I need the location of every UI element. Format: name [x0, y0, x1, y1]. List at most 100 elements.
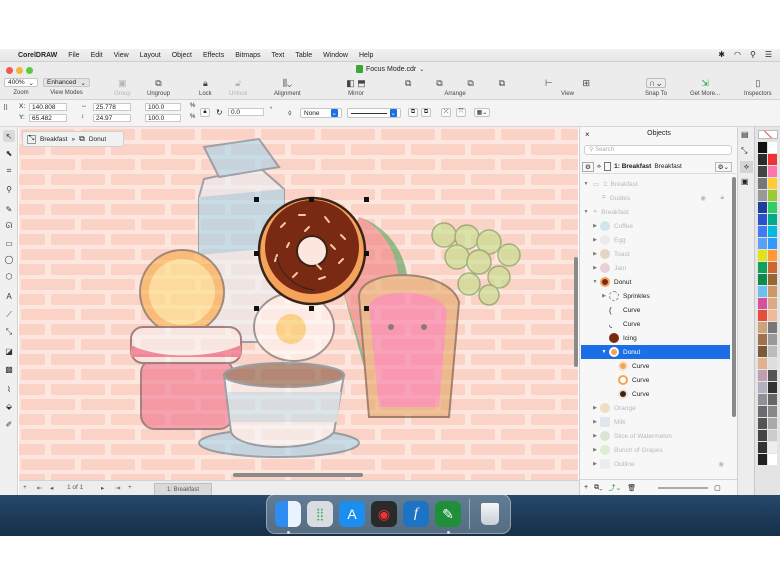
- control-center-icon[interactable]: ☰: [765, 50, 772, 59]
- tree-row-egg[interactable]: ▶ Egg: [580, 233, 730, 247]
- menu-text[interactable]: Text: [272, 52, 285, 59]
- color-swatch[interactable]: [768, 358, 777, 369]
- arrange-buttons[interactable]: ⧉ ⧉ ⧉ ⧉ Arrange: [405, 78, 505, 98]
- menu-file[interactable]: File: [68, 52, 79, 59]
- outline-start-icon[interactable]: ⧉: [408, 108, 418, 117]
- color-swatch[interactable]: [768, 190, 777, 201]
- launchpad-icon[interactable]: ⣿: [307, 501, 333, 527]
- finder-icon[interactable]: [275, 501, 301, 527]
- color-swatch[interactable]: [768, 454, 777, 465]
- group-button[interactable]: ▣ Group: [114, 78, 131, 98]
- tree-row-coffee[interactable]: ▶ Coffee: [580, 219, 730, 233]
- freehand-tool-icon[interactable]: ✎: [3, 203, 15, 215]
- tree-row-orange[interactable]: ▶ Orange: [580, 401, 730, 415]
- search-input[interactable]: ⚲ Search: [584, 145, 732, 155]
- artistic-media-icon[interactable]: ᘏ: [3, 220, 15, 232]
- color-swatch[interactable]: [768, 394, 777, 405]
- drawing-canvas[interactable]: [19, 127, 578, 480]
- color-swatch[interactable]: [758, 346, 767, 357]
- snap-to-button[interactable]: ∩⌄ Snap To: [645, 78, 667, 98]
- tree-row-watermelon[interactable]: ▶ Slice of Watermelon: [580, 429, 730, 443]
- trash-icon[interactable]: [477, 501, 503, 527]
- coreldraw-icon[interactable]: ✎: [435, 501, 461, 527]
- zoom-window-button[interactable]: [26, 67, 33, 74]
- smart-fill-tool-icon[interactable]: ✐: [3, 418, 15, 430]
- color-swatch[interactable]: [768, 250, 777, 261]
- y-position-input[interactable]: 65.482: [29, 114, 67, 122]
- more-options-icon[interactable]: ▦⌄: [474, 108, 490, 117]
- thumbnail-size-icon[interactable]: ▢: [714, 484, 721, 492]
- mirror-button[interactable]: ◧ ⬒ Mirror: [343, 78, 369, 98]
- reference-point-icon[interactable]: ⠿: [3, 104, 8, 112]
- color-swatch[interactable]: [768, 322, 777, 333]
- lock-button[interactable]: 🔒︎ Lock: [199, 78, 212, 98]
- color-swatch[interactable]: [758, 214, 767, 225]
- color-swatch[interactable]: [758, 454, 767, 465]
- eye-icon[interactable]: ◉: [700, 194, 706, 202]
- color-swatch[interactable]: [768, 334, 777, 345]
- first-page-icon[interactable]: ⇤: [37, 484, 42, 492]
- menu-table[interactable]: Table: [295, 52, 312, 59]
- color-swatch[interactable]: [768, 418, 777, 429]
- tree-row-sprinkles[interactable]: ▶ Sprinkles: [580, 289, 730, 303]
- breadcrumb-parent[interactable]: Breakfast: [40, 136, 67, 143]
- new-master-layer-icon[interactable]: ⧉⌄: [594, 484, 602, 492]
- add-page-end-icon[interactable]: +: [128, 484, 132, 491]
- page-selector[interactable]: ⚙ ⟡ 1: Breakfast Breakfast ⚙⌄: [582, 160, 736, 174]
- color-swatch[interactable]: [758, 250, 767, 261]
- color-swatch[interactable]: [758, 154, 767, 165]
- options-icon[interactable]: ⚙⌄: [714, 161, 732, 172]
- get-more-button[interactable]: ⇲ Get More...: [690, 78, 720, 98]
- height-input[interactable]: 24.97: [93, 114, 131, 122]
- pages-tab-icon[interactable]: ▣: [741, 177, 749, 186]
- outline-end-icon[interactable]: ⧉: [421, 108, 431, 117]
- photo-booth-icon[interactable]: ◉: [371, 501, 397, 527]
- objects-scrollbar[interactable]: [732, 177, 736, 417]
- menu-app-name[interactable]: CorelDRAW: [18, 52, 57, 59]
- convert-icon[interactable]: ⤫: [441, 108, 451, 117]
- zoom-select[interactable]: 400% ⌄: [4, 78, 38, 87]
- color-swatch[interactable]: [768, 214, 777, 225]
- menu-window[interactable]: Window: [323, 52, 348, 59]
- tree-row-grapes[interactable]: ▶ Bunch of Grapes: [580, 443, 730, 457]
- color-swatch[interactable]: [768, 310, 777, 321]
- rectangle-tool-icon[interactable]: ▭: [3, 237, 15, 249]
- color-swatch[interactable]: [768, 226, 777, 237]
- color-swatch[interactable]: [768, 178, 777, 189]
- menu-view[interactable]: View: [114, 52, 129, 59]
- x-position-input[interactable]: 140.808: [29, 103, 67, 111]
- lock-ratio-icon[interactable]: 🔒︎: [200, 108, 210, 117]
- color-swatch[interactable]: [768, 382, 777, 393]
- tree-row-donut-selected[interactable]: ▼ Donut: [581, 345, 730, 359]
- color-swatch[interactable]: [758, 298, 767, 309]
- rotation-input[interactable]: 0.0: [228, 108, 264, 116]
- transparency-tool-icon[interactable]: ▩: [3, 363, 15, 375]
- alignment-button[interactable]: ⫼⌄ Alignment: [274, 78, 301, 98]
- drop-shadow-tool-icon[interactable]: ◪: [3, 345, 15, 357]
- outline-width-select[interactable]: ⌄: [347, 108, 401, 118]
- eye-icon[interactable]: ◉: [718, 460, 724, 468]
- color-swatch[interactable]: [768, 238, 777, 249]
- text-tool-icon[interactable]: A: [3, 290, 15, 302]
- color-swatch[interactable]: [758, 358, 767, 369]
- color-swatch[interactable]: [758, 334, 767, 345]
- fill-tool-icon[interactable]: ⬙: [3, 400, 15, 412]
- view-mode-select[interactable]: Enhanced ⌄: [43, 78, 90, 87]
- polygon-tool-icon[interactable]: ⬡: [3, 270, 15, 282]
- color-swatch[interactable]: [758, 142, 767, 153]
- tree-row-curve-4[interactable]: Curve: [580, 373, 730, 387]
- pick-tool-icon[interactable]: ↖: [3, 130, 15, 142]
- new-layer-icon[interactable]: +: [584, 484, 588, 491]
- color-swatch[interactable]: [768, 166, 777, 177]
- color-swatch[interactable]: [768, 346, 777, 357]
- lock-icon[interactable]: 🔒︎: [721, 194, 724, 202]
- layer-view-icon[interactable]: ⚙: [582, 161, 594, 172]
- dimension-tool-icon[interactable]: ⟋: [3, 309, 15, 321]
- page-tab[interactable]: 1: Breakfast: [154, 483, 212, 495]
- color-swatch[interactable]: [768, 202, 777, 213]
- color-swatch[interactable]: [758, 394, 767, 405]
- color-swatch[interactable]: [758, 442, 767, 453]
- color-swatch[interactable]: [758, 406, 767, 417]
- chevron-down-icon[interactable]: ⌄: [419, 66, 424, 73]
- connector-tool-icon[interactable]: ⤡: [3, 326, 15, 338]
